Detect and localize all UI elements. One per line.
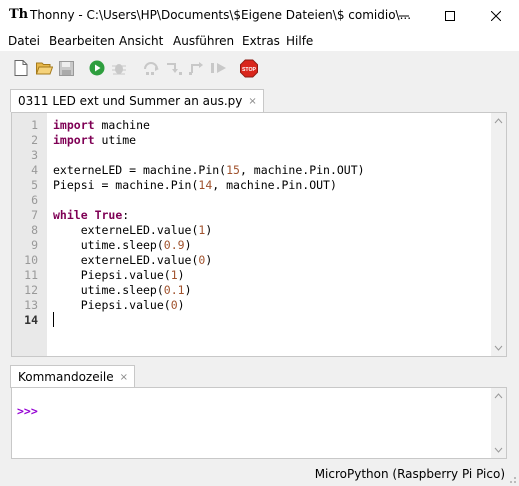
line-number: 6 <box>31 193 38 207</box>
menu-datei[interactable]: Datei <box>8 34 40 48</box>
code-line: while True: <box>53 208 130 222</box>
resize-grip-icon <box>510 477 516 483</box>
code-line: Piepsi = machine.Pin(14, machine.Pin.OUT… <box>53 178 337 192</box>
debug-button[interactable] <box>110 59 128 77</box>
save-button[interactable] <box>57 59 75 77</box>
editor-tab-label: 0311 LED ext und Summer an aus.py <box>18 94 243 108</box>
code-line: Piepsi.value(0) <box>53 298 185 312</box>
status-bar: MicroPython (Raspberry Pi Pico) <box>0 462 519 486</box>
step-over-icon <box>144 62 159 75</box>
stop-icon-label: STOP <box>242 66 257 72</box>
shell-vertical-scrollbar[interactable] <box>491 388 506 458</box>
toolbar: STOP <box>0 51 519 84</box>
window-title: Thonny - C:\Users\HP\Documents\$Eigene D… <box>30 8 412 22</box>
step-out-button[interactable] <box>188 59 206 77</box>
line-number: 8 <box>31 223 38 237</box>
editor-tab-bar: 0311 LED ext und Summer an aus.py × <box>0 84 519 112</box>
line-number: 9 <box>31 238 38 252</box>
line-number: 14 <box>24 313 38 327</box>
tab-close-icon[interactable]: × <box>120 372 128 383</box>
minimize-button[interactable] <box>381 0 427 31</box>
line-number: 11 <box>24 268 38 282</box>
shell-tab-bar: Kommandozeile × <box>0 363 519 388</box>
stop-icon: STOP <box>240 59 258 77</box>
close-button[interactable] <box>473 0 519 31</box>
resume-icon <box>211 63 226 73</box>
maximize-icon <box>445 10 455 21</box>
shell-console[interactable]: >>> <box>11 387 507 459</box>
resume-button[interactable] <box>210 59 228 77</box>
line-number: 12 <box>24 283 38 297</box>
scrollbar-arrows-icon <box>494 118 503 351</box>
run-button[interactable] <box>88 59 106 77</box>
shell-tab[interactable]: Kommandozeile × <box>10 365 136 388</box>
code-line: import utime <box>53 133 137 147</box>
minimize-icon <box>399 15 409 16</box>
menu-extras[interactable]: Extras <box>242 34 280 48</box>
new-file-button[interactable] <box>12 59 30 77</box>
scrollbar-arrows-icon <box>494 393 503 453</box>
code-line: Piepsi.value(1) <box>53 268 185 282</box>
editor-tab[interactable]: 0311 LED ext und Summer an aus.py × <box>10 89 264 112</box>
code-line: utime.sleep(0.9) <box>53 238 192 252</box>
menu-bearbeiten[interactable]: Bearbeiten <box>49 34 115 48</box>
menu-hilfe[interactable]: Hilfe <box>286 34 313 48</box>
thonny-logo-icon: Th <box>9 7 29 22</box>
shell-prompt: >>> <box>17 404 38 418</box>
editor-vertical-scrollbar[interactable] <box>491 113 506 356</box>
line-number: 3 <box>31 148 38 162</box>
tab-close-icon[interactable]: × <box>248 96 256 107</box>
menu-bar: Datei Bearbeiten Ansicht Ausführen Extra… <box>0 31 519 51</box>
save-icon <box>58 60 74 76</box>
step-over-button[interactable] <box>143 59 161 77</box>
line-number: 1 <box>31 118 38 132</box>
line-number: 5 <box>31 178 38 192</box>
step-into-button[interactable] <box>165 59 183 77</box>
interpreter-selector[interactable]: MicroPython (Raspberry Pi Pico) <box>315 467 505 481</box>
line-number: 7 <box>31 208 38 222</box>
new-file-icon <box>14 60 28 76</box>
stop-button[interactable]: STOP <box>240 59 258 77</box>
code-line: externeLED.value(0) <box>53 253 213 267</box>
open-folder-icon <box>35 62 53 75</box>
menu-ansicht[interactable]: Ansicht <box>119 34 163 48</box>
maximize-button[interactable] <box>427 0 473 31</box>
code-line: utime.sleep(0.1) <box>53 283 192 297</box>
close-icon <box>491 10 501 21</box>
line-number: 2 <box>31 133 38 147</box>
title-bar: Th Thonny - C:\Users\HP\Documents\$Eigen… <box>0 0 519 31</box>
text-caret <box>53 312 54 327</box>
code-line: import machine <box>53 118 150 132</box>
code-line: externeLED.value(1) <box>53 223 213 237</box>
shell-tab-label: Kommandozeile <box>18 370 114 384</box>
line-number: 4 <box>31 163 38 177</box>
step-out-icon <box>189 62 203 75</box>
line-number: 13 <box>24 298 38 312</box>
debug-icon <box>112 64 126 75</box>
open-button[interactable] <box>35 59 53 77</box>
code-editor[interactable]: 1 2 3 4 5 6 7 8 9 10 11 12 13 14 import machine import… <box>11 112 507 357</box>
code-line: externeLED = machine.Pin(15, machine.Pin… <box>53 163 365 177</box>
step-into-icon <box>167 63 182 75</box>
menu-ausfuehren[interactable]: Ausführen <box>173 34 234 48</box>
line-number-gutter: 1 2 3 4 5 6 7 8 9 10 11 12 13 14 <box>12 113 47 356</box>
line-number: 10 <box>24 253 38 267</box>
run-icon <box>89 60 105 76</box>
